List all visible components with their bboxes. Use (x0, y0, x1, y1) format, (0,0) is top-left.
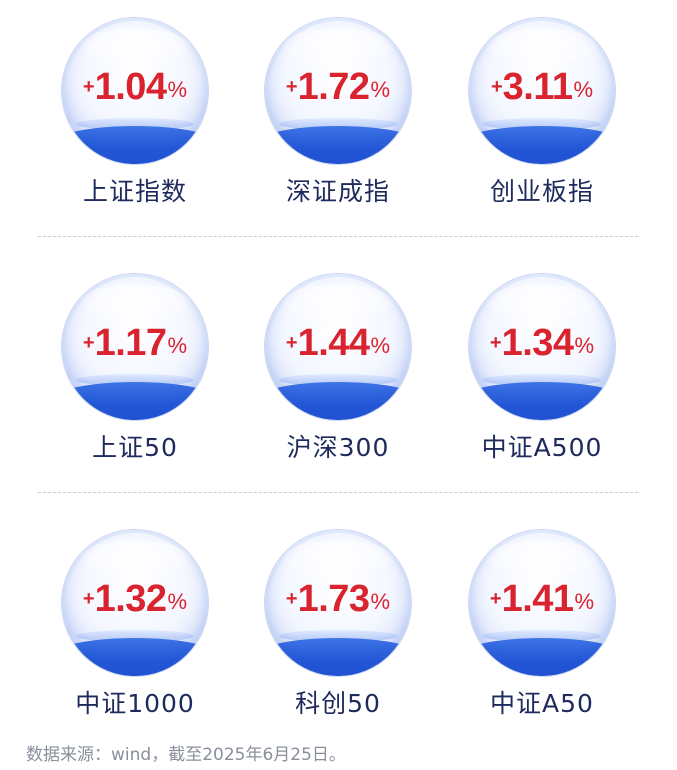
gain-bubble: +1.04% (62, 18, 208, 164)
index-name: 中证A500 (481, 433, 603, 462)
index-name: 科创50 (295, 689, 381, 718)
gain-bubble: +3.11% (469, 18, 615, 164)
row-divider (38, 236, 638, 237)
change-value: +1.41% (489, 578, 595, 620)
index-name: 创业板指 (489, 177, 594, 206)
index-card-shanghai-composite[interactable]: +1.04% 上证指数 (35, 6, 235, 226)
change-value: +3.11% (490, 66, 594, 108)
index-name: 沪深300 (286, 433, 390, 462)
index-card-csia50[interactable]: +1.41% 中证A50 (442, 518, 642, 738)
gain-bubble: +1.34% (469, 274, 615, 420)
change-value: +1.44% (285, 322, 391, 364)
index-name: 中证1000 (75, 689, 195, 718)
gain-bubble: +1.44% (265, 274, 411, 420)
gain-bubble: +1.73% (265, 530, 411, 676)
index-card-csia500[interactable]: +1.34% 中证A500 (442, 262, 642, 482)
index-card-csi1000[interactable]: +1.32% 中证1000 (35, 518, 235, 738)
index-card-csi300[interactable]: +1.44% 沪深300 (238, 262, 438, 482)
index-name: 中证A50 (490, 689, 594, 718)
index-name: 上证指数 (82, 177, 187, 206)
data-source-footnote: 数据来源：wind，截至2025年6月25日。 (26, 745, 346, 765)
change-value: +1.72% (285, 66, 391, 108)
index-card-star50[interactable]: +1.73% 科创50 (238, 518, 438, 738)
change-value: +1.32% (82, 578, 188, 620)
change-value: +1.04% (82, 66, 188, 108)
index-name: 上证50 (92, 433, 178, 462)
change-value: +1.17% (82, 322, 188, 364)
row-divider (38, 492, 638, 493)
change-value: +1.34% (489, 322, 595, 364)
gain-bubble: +1.72% (265, 18, 411, 164)
index-card-sse50[interactable]: +1.17% 上证50 (35, 262, 235, 482)
gain-bubble: +1.41% (469, 530, 615, 676)
index-name: 深证成指 (285, 177, 390, 206)
gain-bubble: +1.17% (62, 274, 208, 420)
gain-bubble: +1.32% (62, 530, 208, 676)
change-value: +1.73% (285, 578, 391, 620)
index-card-chinext[interactable]: +3.11% 创业板指 (442, 6, 642, 226)
index-card-shenzhen-component[interactable]: +1.72% 深证成指 (238, 6, 438, 226)
